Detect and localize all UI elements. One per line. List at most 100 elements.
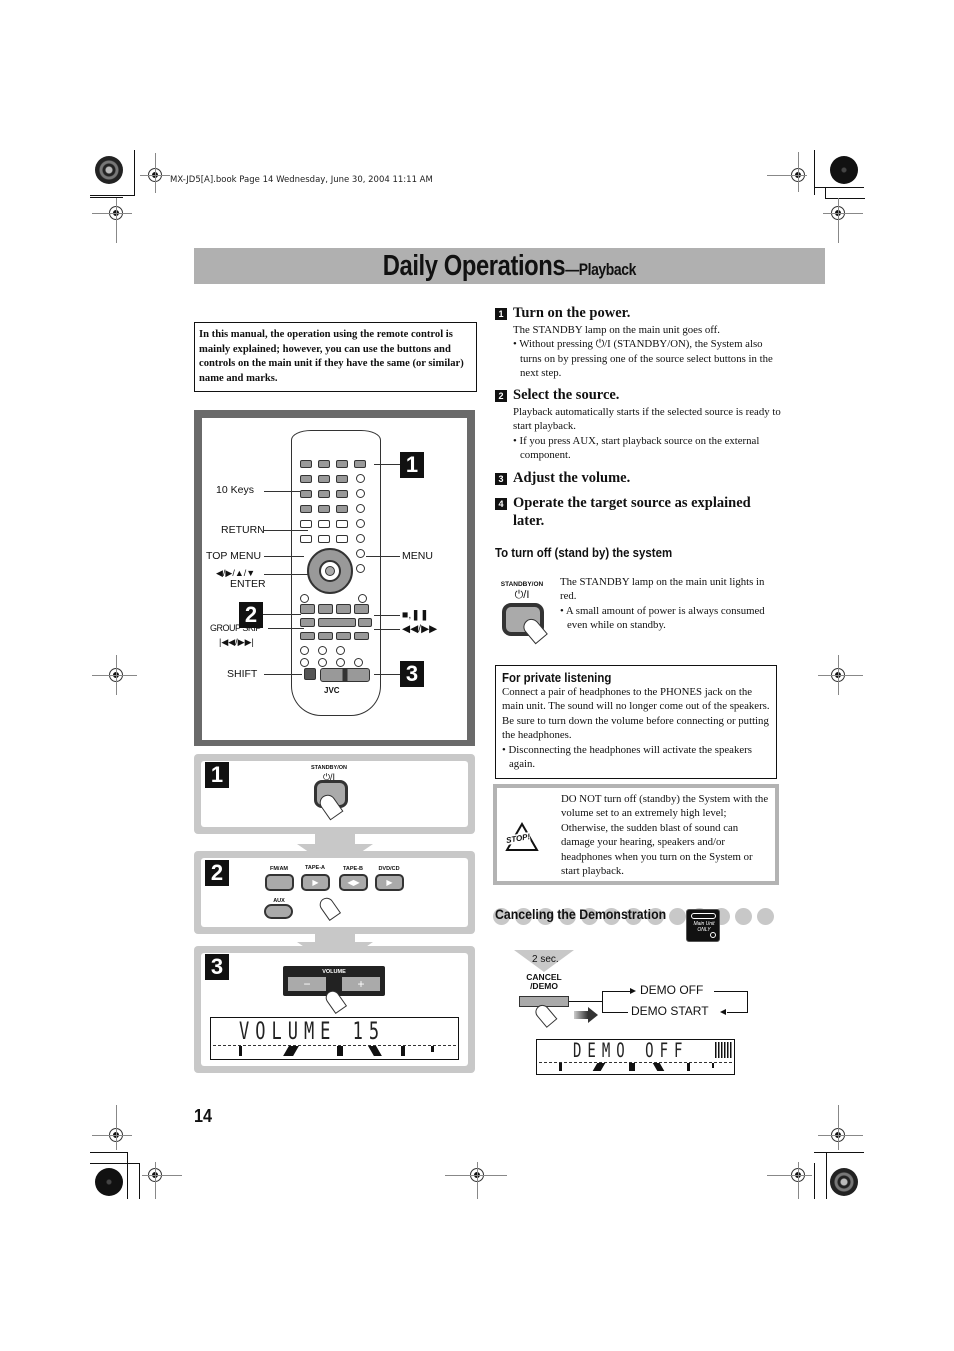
demo-start-option: DEMO START — [631, 1004, 709, 1018]
round-key[interactable] — [318, 658, 327, 667]
volume-display: VOLUME 15 — [210, 1017, 459, 1060]
skip-key[interactable] — [318, 632, 333, 640]
key[interactable] — [300, 618, 315, 627]
display-segment — [401, 1046, 405, 1056]
number-key[interactable] — [336, 505, 348, 513]
shift-button[interactable] — [304, 668, 316, 680]
press-arrow-icon — [574, 1011, 588, 1019]
leader-line — [263, 614, 301, 615]
number-key[interactable] — [300, 475, 312, 483]
number-key[interactable] — [318, 490, 330, 498]
display-baseline — [539, 1062, 732, 1063]
enter-button-center — [325, 566, 335, 576]
connector-line — [602, 991, 632, 992]
function-key[interactable] — [336, 535, 348, 543]
crop-line — [767, 1175, 812, 1176]
display-segment — [687, 1063, 690, 1071]
step-4-operate-source: 4 Operate the target source as explained … — [495, 495, 785, 530]
leader-line — [264, 530, 308, 531]
number-key[interactable] — [318, 475, 330, 483]
crop-line — [798, 152, 799, 192]
step-2-select-source: 2 Select the source. Playback automatical… — [495, 387, 785, 463]
demo-display: DEMO OFF — [536, 1039, 735, 1075]
crop-line — [92, 1135, 132, 1136]
skip-key[interactable] — [300, 632, 315, 640]
volume-plus-button[interactable]: + — [342, 977, 380, 991]
round-key[interactable] — [300, 658, 309, 667]
source-key[interactable] — [318, 604, 333, 614]
skip-key[interactable] — [354, 632, 369, 640]
number-key[interactable] — [300, 490, 312, 498]
function-key[interactable] — [318, 520, 330, 528]
round-key[interactable] — [356, 564, 365, 573]
warning-box: STOP! DO NOT turn off (standby) the Syst… — [493, 784, 779, 885]
function-key[interactable] — [300, 535, 312, 543]
step-bullet: • Without pressing ⏻/I (STANDBY/ON), the… — [513, 338, 773, 380]
skip-key[interactable] — [336, 632, 351, 640]
round-key[interactable] — [356, 474, 365, 483]
number-key[interactable] — [336, 460, 348, 468]
volume-buttons[interactable] — [320, 668, 370, 682]
round-key[interactable] — [356, 489, 365, 498]
number-key[interactable] — [336, 475, 348, 483]
round-key[interactable] — [358, 594, 367, 603]
hold-duration: 2 sec. — [532, 954, 559, 965]
round-key[interactable] — [356, 549, 365, 558]
label-rew-ff: ◀◀/▶▶ — [402, 623, 438, 635]
leader-line — [374, 674, 400, 675]
volume-display-text: VOLUME 15 — [239, 1018, 386, 1046]
function-key[interactable] — [318, 535, 330, 543]
demo-display-text: DEMO OFF — [573, 1040, 689, 1063]
press-arrow-head — [588, 1007, 598, 1023]
round-key[interactable] — [300, 594, 309, 603]
round-key[interactable] — [356, 504, 365, 513]
standby-key[interactable] — [354, 460, 366, 468]
number-key[interactable] — [300, 505, 312, 513]
function-key[interactable] — [300, 520, 312, 528]
round-key[interactable] — [356, 519, 365, 528]
round-key[interactable] — [356, 534, 365, 543]
source-key[interactable] — [300, 604, 315, 614]
display-bar-key[interactable] — [318, 618, 356, 627]
round-key[interactable] — [336, 658, 345, 667]
step-heading: Adjust the volume. — [513, 470, 631, 486]
connector-line — [747, 991, 748, 1012]
number-key[interactable] — [300, 460, 312, 468]
volume-minus-button[interactable]: − — [288, 977, 326, 991]
display-dot-matrix — [715, 1042, 732, 1058]
round-key[interactable] — [318, 646, 327, 655]
crop-line — [838, 1105, 839, 1150]
number-key[interactable] — [318, 505, 330, 513]
private-listening-heading: For private listening — [502, 670, 612, 685]
source-key[interactable] — [336, 604, 351, 614]
step-number-badge: 1 — [495, 308, 507, 320]
leader-line — [374, 464, 400, 465]
demo-heading: Canceling the Demonstration — [495, 906, 667, 922]
step-1-panel: 1 STANDBY/ON ⏻/I — [194, 754, 475, 834]
crop-line — [134, 150, 135, 196]
function-key[interactable] — [336, 520, 348, 528]
round-key[interactable] — [300, 646, 309, 655]
key[interactable] — [358, 618, 372, 627]
registration-disc-bottom-right — [830, 1168, 858, 1196]
display-segment — [431, 1046, 434, 1052]
crop-line — [818, 675, 863, 676]
crop-line — [818, 1135, 863, 1136]
step-body: The STANDBY lamp on the main unit goes o… — [513, 323, 720, 336]
step-3-panel: 3 VOLUME − + VOLUME 15 — [194, 946, 475, 1073]
aux-button[interactable] — [264, 904, 293, 919]
standby-on-label: STANDBY/ON — [311, 765, 347, 771]
source-key[interactable] — [354, 604, 369, 614]
number-key[interactable] — [318, 460, 330, 468]
tape-b-button[interactable]: ◀▶ — [339, 874, 368, 891]
number-key[interactable] — [336, 490, 348, 498]
tape-a-button[interactable]: ▶ — [301, 874, 330, 891]
callout-3: 3 — [400, 661, 424, 687]
fm-am-button[interactable] — [265, 874, 294, 891]
step-3-adjust-volume: 3 Adjust the volume. — [495, 470, 785, 488]
dvd-cd-button[interactable]: ▶ — [375, 874, 404, 891]
step-1-number: 1 — [205, 762, 229, 788]
round-key[interactable] — [336, 646, 345, 655]
step-2-number: 2 — [205, 860, 229, 886]
round-key[interactable] — [354, 658, 363, 667]
